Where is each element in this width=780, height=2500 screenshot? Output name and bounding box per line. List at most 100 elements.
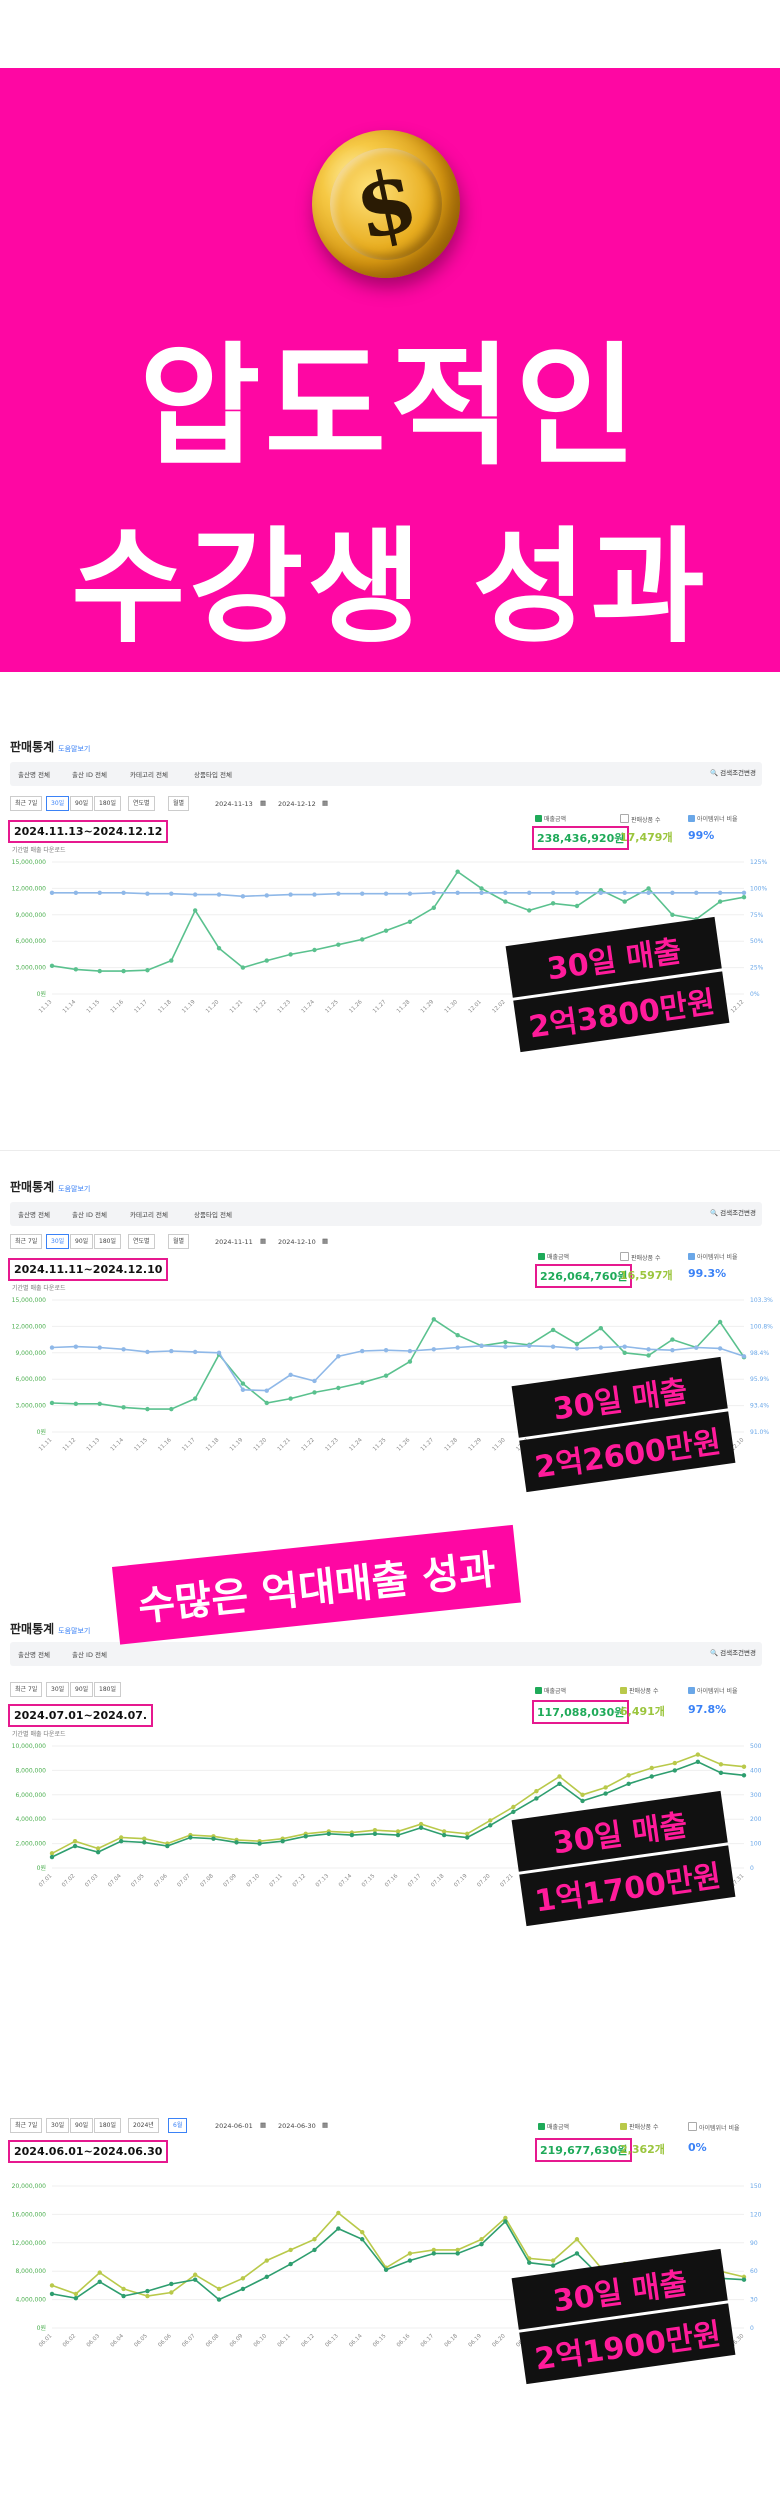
filter-chip[interactable]: 출산 ID 전체 bbox=[72, 1649, 107, 1659]
winner-ratio: 99% bbox=[688, 829, 715, 842]
data-point bbox=[73, 890, 79, 895]
x-tick-label: 06.03 bbox=[86, 2333, 102, 2349]
calendar-icon[interactable]: ▦ bbox=[260, 2121, 266, 2129]
calendar-icon[interactable]: ▦ bbox=[322, 2121, 328, 2129]
legend-revenue[interactable]: 매출금액 bbox=[535, 1686, 566, 1695]
period-button-selected[interactable]: 30일 bbox=[46, 1234, 70, 1249]
period-button[interactable]: 최근 7일 bbox=[10, 796, 43, 811]
filter-chip[interactable]: 출산 ID 전체 bbox=[72, 769, 107, 779]
data-point bbox=[455, 1333, 460, 1338]
filter-chip[interactable]: 상품타입 전체 bbox=[194, 1209, 232, 1219]
winner-ratio: 0% bbox=[688, 2141, 707, 2154]
x-tick-label: 07.12 bbox=[292, 1873, 307, 1888]
help-link[interactable]: 도움말보기 bbox=[58, 1627, 90, 1635]
search-condition-button[interactable]: 🔍 검색조건변경 bbox=[710, 1207, 756, 1217]
filter-chip[interactable]: 카테고리 전체 bbox=[130, 1209, 168, 1219]
date-from-input[interactable]: 2024-11-13 bbox=[215, 800, 253, 808]
date-to-input[interactable]: 2024-12-10 bbox=[278, 1238, 316, 1246]
filter-chip[interactable]: 출산 ID 전체 bbox=[72, 1209, 107, 1219]
data-point bbox=[646, 886, 651, 891]
data-point bbox=[695, 1752, 701, 1757]
period-button[interactable]: 최근 7일 bbox=[10, 2118, 43, 2133]
period-button[interactable]: 180일 bbox=[94, 796, 121, 811]
legend-revenue[interactable]: 매출금액 bbox=[538, 2122, 569, 2131]
legend-items[interactable]: 판매상품 수 bbox=[620, 1252, 661, 1262]
filter-chip[interactable]: 출산명 전체 bbox=[18, 769, 50, 779]
date-to-input[interactable]: 2024-06-30 bbox=[278, 2122, 316, 2130]
date-to-input[interactable]: 2024-12-12 bbox=[278, 800, 316, 808]
data-point bbox=[145, 968, 150, 973]
x-tick-label: 06.04 bbox=[110, 2333, 126, 2349]
legend-revenue[interactable]: 매출금액 bbox=[535, 814, 566, 823]
legend-ratio[interactable]: 아이템위너 비율 bbox=[688, 814, 738, 823]
legend-ratio[interactable]: 아이템위너 비율 bbox=[688, 2122, 740, 2132]
period-button-selected[interactable]: 30일 bbox=[46, 796, 70, 811]
data-point bbox=[288, 2247, 293, 2253]
filter-chip[interactable]: 상품타입 전체 bbox=[194, 769, 232, 779]
x-tick-label: 06.14 bbox=[348, 2333, 364, 2349]
period-button[interactable]: 90일 bbox=[70, 1234, 94, 1249]
data-point bbox=[288, 1396, 293, 1401]
legend-items[interactable]: 판매상품 수 bbox=[620, 1686, 659, 1695]
data-point bbox=[626, 1773, 631, 1778]
period-button[interactable]: 90일 bbox=[70, 796, 94, 811]
x-tick-label: 11.18 bbox=[157, 999, 173, 1015]
data-point bbox=[336, 2226, 341, 2231]
legend-revenue[interactable]: 매출금액 bbox=[538, 1252, 569, 1261]
x-tick-label: 07.06 bbox=[153, 1873, 169, 1889]
search-condition-button[interactable]: 🔍 검색조건변경 bbox=[710, 767, 756, 777]
legend-ratio[interactable]: 아이템위너 비율 bbox=[688, 1686, 738, 1695]
period-button[interactable]: 90일 bbox=[70, 2118, 94, 2133]
data-point bbox=[383, 928, 389, 933]
calendar-icon[interactable]: ▦ bbox=[322, 799, 328, 807]
period-button[interactable]: 최근 7일 bbox=[10, 1234, 43, 1249]
period-button[interactable]: 90일 bbox=[70, 1682, 94, 1697]
y-right-tick-label: 0 bbox=[750, 2325, 754, 2332]
period-button[interactable]: 30일 bbox=[46, 1682, 70, 1697]
data-point bbox=[49, 2291, 55, 2297]
x-tick-label: 07.15 bbox=[361, 1873, 377, 1889]
download-note[interactable]: 기간별 매출 다운로드 bbox=[12, 845, 66, 854]
download-note[interactable]: 기간별 매출 다운로드 bbox=[12, 1729, 66, 1738]
data-point bbox=[479, 2237, 484, 2242]
period-button[interactable]: 최근 7일 bbox=[10, 1682, 43, 1697]
period-button[interactable]: 180일 bbox=[94, 1682, 121, 1697]
help-link[interactable]: 도움말보기 bbox=[58, 745, 90, 753]
calendar-icon[interactable]: ▦ bbox=[322, 1237, 328, 1245]
legend-items[interactable]: 판매상품 수 bbox=[620, 2122, 659, 2131]
help-link[interactable]: 도움말보기 bbox=[58, 1185, 90, 1193]
download-note[interactable]: 기간별 매출 다운로드 bbox=[12, 1283, 66, 1292]
calendar-icon[interactable]: ▦ bbox=[260, 799, 266, 807]
x-tick-label: 11.25 bbox=[372, 1437, 388, 1453]
date-from-input[interactable]: 2024-06-01 bbox=[215, 2122, 253, 2130]
filter-chip[interactable]: 출산명 전체 bbox=[18, 1209, 50, 1219]
month-select[interactable]: 월별 bbox=[168, 1234, 190, 1249]
y-tick-label: 4,000,000 bbox=[15, 2297, 46, 2304]
filter-chip[interactable]: 출산명 전체 bbox=[18, 1649, 50, 1659]
y-tick-label: 20,000,000 bbox=[12, 2183, 47, 2190]
year-select[interactable]: 연도별 bbox=[128, 796, 155, 811]
legend-items[interactable]: 판매상품 수 bbox=[620, 814, 661, 824]
x-tick-label: 06.06 bbox=[157, 2333, 173, 2349]
data-point bbox=[622, 899, 627, 904]
data-point bbox=[741, 2277, 747, 2282]
filter-chip[interactable]: 카테고리 전체 bbox=[130, 769, 168, 779]
data-point bbox=[646, 1353, 651, 1358]
data-point bbox=[73, 2291, 79, 2297]
period-button[interactable]: 30일 bbox=[46, 2118, 70, 2133]
y-right-tick-label: 0 bbox=[750, 1865, 754, 1872]
legend-ratio[interactable]: 아이템위너 비율 bbox=[688, 1252, 738, 1261]
period-button[interactable]: 180일 bbox=[94, 2118, 121, 2133]
x-tick-label: 11.13 bbox=[86, 1437, 102, 1453]
month-select[interactable]: 월별 bbox=[168, 796, 190, 811]
data-point bbox=[240, 965, 246, 970]
x-tick-label: 12.12 bbox=[730, 999, 745, 1014]
month-select[interactable]: 6월 bbox=[168, 2118, 188, 2133]
data-point bbox=[97, 1345, 102, 1350]
search-condition-button[interactable]: 🔍 검색조건변경 bbox=[710, 1647, 756, 1657]
period-button[interactable]: 180일 bbox=[94, 1234, 121, 1249]
date-from-input[interactable]: 2024-11-11 bbox=[215, 1238, 253, 1246]
year-select[interactable]: 연도별 bbox=[128, 1234, 155, 1249]
calendar-icon[interactable]: ▦ bbox=[260, 1237, 266, 1245]
year-select[interactable]: 2024년 bbox=[128, 2118, 159, 2133]
